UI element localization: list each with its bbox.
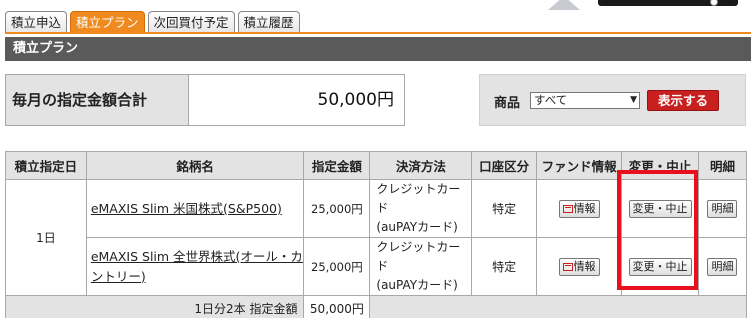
- product-select-value: すべて: [534, 93, 568, 107]
- monthly-total-summary: 毎月の指定金額合計 50,000円: [5, 74, 405, 126]
- day-cell: 1日: [5, 179, 87, 296]
- table-row: eMAXIS Slim 全世界株式(オール・カントリー) 25,000円 クレジ…: [6, 237, 748, 296]
- document-icon: [562, 262, 573, 271]
- col-header-amount: 指定金額: [303, 151, 371, 180]
- table-row: 1日 eMAXIS Slim 米国株式(S&P500) 25,000円 クレジッ…: [5, 179, 748, 296]
- product-select[interactable]: すべて ▼: [530, 92, 640, 109]
- monthly-total-value: 50,000円: [317, 90, 394, 110]
- fund-info-label: 情報: [573, 201, 596, 215]
- payment-method: クレジットカード: [376, 240, 461, 273]
- fund-info-cell: 情報: [536, 179, 623, 238]
- monthly-total-label: 毎月の指定金額合計: [6, 75, 189, 125]
- detail-button[interactable]: 明細: [707, 257, 738, 276]
- plan-table: 積立指定日 銘柄名 指定金額 決済方法 口座区分 ファンド情報 変更・中止 明細…: [4, 151, 748, 318]
- tab-underline: [5, 32, 751, 34]
- fund-name-link[interactable]: eMAXIS Slim 全世界株式(オール・カントリー): [91, 249, 303, 284]
- detail-cell: 明細: [697, 237, 748, 296]
- account-cell: 特定: [471, 237, 538, 296]
- change-stop-button[interactable]: 変更・中止: [628, 199, 692, 218]
- fund-info-button[interactable]: 情報: [558, 257, 600, 276]
- document-icon: [562, 204, 573, 213]
- col-header-fund: 銘柄名: [85, 151, 305, 180]
- detail-button[interactable]: 明細: [707, 199, 738, 218]
- payment-cell: クレジットカード (auPAYカード): [369, 237, 473, 296]
- payment-card: (auPAYカード): [376, 220, 458, 234]
- payment-method: クレジットカード: [376, 182, 461, 215]
- top-decoration-shape: [548, 0, 580, 10]
- tab-tsumitate-history[interactable]: 積立履歴: [237, 11, 300, 33]
- payment-cell: クレジットカード (auPAYカード): [369, 179, 473, 238]
- show-button[interactable]: 表示する: [647, 90, 719, 111]
- account-cell: 特定: [471, 179, 538, 238]
- fund-info-button[interactable]: 情報: [558, 199, 600, 218]
- product-filter-panel: 商品 すべて ▼ 表示する: [479, 74, 746, 126]
- col-header-fund-info: ファンド情報: [536, 151, 623, 180]
- chevron-down-icon: ▼: [630, 95, 637, 105]
- change-cell: 変更・中止: [621, 179, 699, 238]
- fund-cell: eMAXIS Slim 米国株式(S&P500): [85, 179, 305, 238]
- tab-tsumitate-plan[interactable]: 積立プラン: [70, 11, 145, 34]
- section-title: 積立プラン: [5, 37, 751, 61]
- change-stop-button[interactable]: 変更・中止: [628, 257, 692, 276]
- total-label: 1日分2本 指定金額: [4, 295, 305, 318]
- tab-next-purchase[interactable]: 次回買付予定: [147, 11, 235, 33]
- col-header-change: 変更・中止: [621, 151, 699, 180]
- col-header-account: 口座区分: [471, 151, 538, 180]
- fund-info-cell: 情報: [536, 237, 623, 296]
- table-header-row: 積立指定日 銘柄名 指定金額 決済方法 口座区分 ファンド情報 変更・中止 明細: [5, 151, 748, 180]
- col-header-payment: 決済方法: [369, 151, 473, 180]
- col-header-day: 積立指定日: [5, 151, 87, 180]
- payment-card: (auPAYカード): [376, 278, 458, 292]
- fund-name-link[interactable]: eMAXIS Slim 米国株式(S&P500): [91, 201, 282, 216]
- tab-tsumitate-moushikomi[interactable]: 積立申込: [5, 11, 68, 33]
- total-filler: [369, 295, 747, 318]
- col-header-detail: 明細: [697, 151, 748, 180]
- amount-cell: 25,000円: [303, 237, 371, 296]
- total-amount: 50,000円: [303, 295, 371, 318]
- detail-cell: 明細: [697, 179, 748, 238]
- amount-cell: 25,000円: [303, 179, 371, 238]
- change-cell: 変更・中止: [621, 237, 699, 296]
- product-filter-label: 商品: [494, 96, 521, 111]
- total-row: 1日分2本 指定金額 50,000円: [4, 295, 747, 318]
- fund-cell: eMAXIS Slim 全世界株式(オール・カントリー): [85, 237, 305, 296]
- tab-bar: 積立申込 積立プラン 次回買付予定 積立履歴: [5, 11, 300, 34]
- fund-info-label: 情報: [573, 259, 596, 273]
